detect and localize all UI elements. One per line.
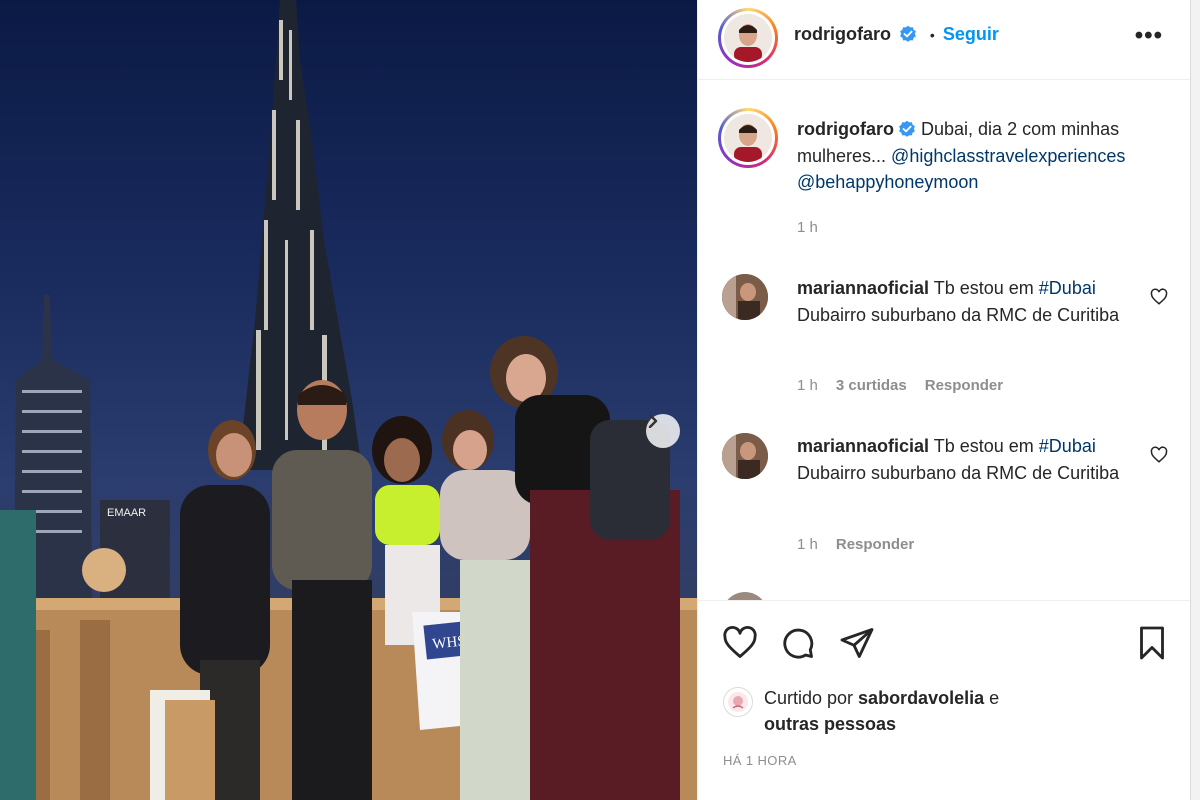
comment-avatar[interactable] [722,274,768,320]
verified-badge-icon [900,25,917,42]
bookmark-icon[interactable] [1134,625,1170,661]
post-photo[interactable]: EMAAR [0,0,697,800]
comment-1-time: 1 h [797,377,818,394]
author-avatar-image [724,14,772,62]
share-icon[interactable] [839,625,875,661]
liked-by-others[interactable]: outras pessoas [764,714,896,734]
post-timestamp[interactable]: HÁ 1 HORA [723,753,797,768]
comment-1-meta: 1 h 3 curtidas Responder [797,377,1003,394]
comment-1-body-end: Dubairro suburbano da RMC de Curitiba [797,304,1120,325]
comment-1-heart-icon[interactable] [1150,288,1168,306]
liked-by-prefix: Curtido por [764,688,859,708]
liker-avatar-image [728,692,748,712]
liked-by-user[interactable]: sabordavolelia [858,688,984,708]
heart-icon[interactable] [722,625,758,661]
comment-1-username[interactable]: mariannaoficial [797,278,929,298]
comment-2-body-end: Dubairro suburbano da RMC de Curitiba [797,462,1120,483]
caption-text: rodrigofaro Dubai, dia 2 com minhas mulh… [797,116,1177,196]
header-identity: rodrigofaro • Seguir [794,24,999,45]
author-avatar[interactable] [718,8,778,68]
comment-2-reply-button[interactable]: Responder [836,536,914,553]
author-username[interactable]: rodrigofaro [794,24,891,44]
post-header: rodrigofaro • Seguir ••• [698,0,1191,80]
header-separator: • [929,27,935,43]
comment-2-heart-icon[interactable] [1150,446,1168,464]
caption-username[interactable]: rodrigofaro [797,119,894,139]
post-actions: Curtido por sabordavolelia e outras pess… [698,600,1191,800]
next-photo-button[interactable] [646,414,680,448]
comment-2-meta: 1 h Responder [797,536,914,553]
caption-avatar[interactable] [718,108,778,168]
comment-2-body-start: Tb estou em [933,436,1034,456]
next-arrow-icon [648,414,658,428]
window-edge [1190,0,1200,800]
comment-avatar[interactable] [722,433,768,479]
comment-1-text: mariannaoficial Tb estou em #Dubai Dubai… [797,275,1142,328]
comment-1-body-start: Tb estou em [933,278,1034,298]
svg-text:EMAAR: EMAAR [107,507,146,519]
comment-2-hashtag[interactable]: #Dubai [1039,436,1096,456]
commenter-avatar-image [722,274,768,320]
comment-3-partial [722,592,1142,600]
liked-by-suffix: e [984,688,1000,708]
liker-avatar[interactable] [723,687,753,717]
comment-2-time: 1 h [797,536,818,553]
comment-1-hashtag[interactable]: #Dubai [1039,278,1096,298]
comment-2-username[interactable]: mariannaoficial [797,436,929,456]
commenter-avatar-image [722,433,768,479]
photo-illustration: EMAAR [0,0,697,800]
comment-1-likes[interactable]: 3 curtidas [836,377,907,394]
liked-by: Curtido por sabordavolelia e outras pess… [764,685,999,737]
caption-mention-2[interactable]: @behappyhoneymoon [797,172,978,192]
more-options-icon[interactable]: ••• [1135,22,1163,50]
caption-avatar-image [724,114,772,162]
caption-mention-1[interactable]: @highclasstravelexperiences [891,146,1125,166]
comment-1-reply-button[interactable]: Responder [925,377,1003,394]
post-side-panel: rodrigofaro • Seguir ••• rodrigofaro Duba… [697,0,1191,800]
verified-badge-icon [899,120,915,137]
comment-avatar [722,592,768,600]
comment-2-text: mariannaoficial Tb estou em #Dubai Dubai… [797,433,1142,486]
caption-time: 1 h [797,219,818,236]
comment-icon[interactable] [780,625,816,661]
follow-button[interactable]: Seguir [943,24,999,44]
